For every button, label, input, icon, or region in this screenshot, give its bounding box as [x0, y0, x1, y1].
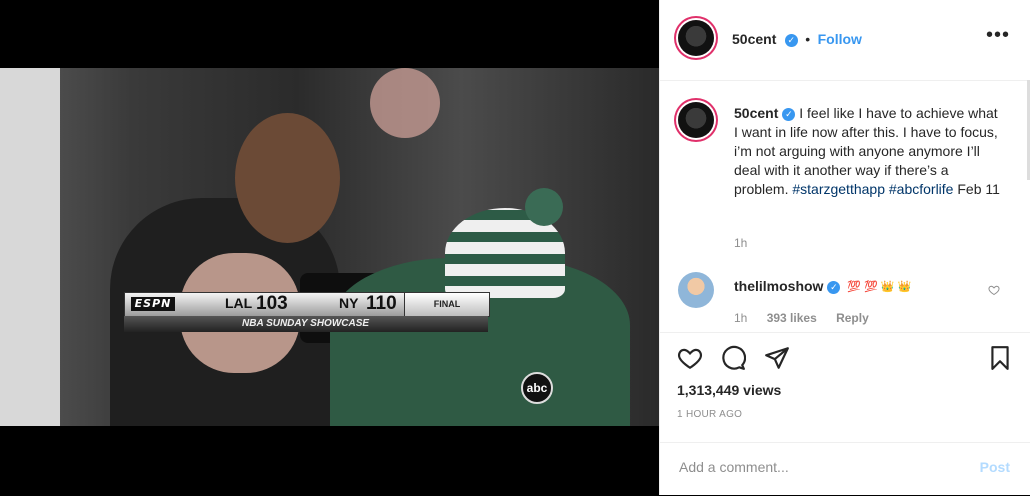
add-comment-bar: Post: [660, 442, 1030, 496]
scene-pompom: [525, 188, 563, 226]
post-button[interactable]: Post: [980, 459, 1010, 475]
hashtag-link[interactable]: #abcforlife: [889, 181, 954, 197]
reply-age[interactable]: 1h: [734, 311, 747, 325]
reply-button[interactable]: Reply: [836, 311, 869, 325]
reply-likes[interactable]: 393 likes: [767, 311, 817, 325]
caption-date: Feb 11: [957, 181, 1000, 197]
author-line: 50cent ✓ • Follow: [732, 31, 862, 49]
comment-input[interactable]: [677, 458, 961, 476]
follow-button[interactable]: Follow: [818, 31, 862, 47]
scene-hand: [370, 68, 440, 138]
post-actions: 1,313,449 views 1 HOUR AGO: [660, 332, 1030, 442]
reply-username[interactable]: thelilmoshow: [734, 278, 823, 294]
reply-avatar[interactable]: [678, 272, 714, 308]
post-panel: 50cent ✓ • Follow ••• 50cent ✓ I feel lik…: [659, 0, 1030, 495]
more-icon[interactable]: •••: [986, 25, 1010, 45]
view-count[interactable]: 1,313,449 views: [677, 382, 781, 398]
scene-head: [235, 113, 340, 243]
post-caption: 50cent ✓ I feel like I have to achieve wh…: [734, 104, 1004, 199]
post-video[interactable]: [0, 68, 659, 426]
media-area: ESPN LAL 103 NY 110 FINAL NBA SUNDAY SHO…: [0, 0, 659, 495]
emoji-hundred: 💯: [847, 281, 862, 293]
author-avatar[interactable]: [678, 20, 714, 56]
emoji-crown: 👑: [880, 281, 895, 293]
abc-logo: abc: [521, 372, 553, 404]
caption-avatar[interactable]: [678, 102, 714, 138]
like-comment-heart-icon[interactable]: [988, 284, 1000, 296]
comments-section: 50cent ✓ I feel like I have to achieve wh…: [660, 80, 1030, 333]
caption-age[interactable]: 1h: [734, 236, 747, 250]
score-left: 103: [256, 293, 288, 314]
emoji-crown: 👑: [897, 281, 912, 293]
hashtag-link[interactable]: #starzgetthapp: [792, 181, 885, 197]
reply-meta: 1h 393 likes Reply: [734, 311, 885, 325]
verified-icon: ✓: [784, 34, 798, 47]
comment-icon[interactable]: [720, 345, 746, 371]
verified-icon: ✓: [827, 281, 841, 294]
program-banner: NBA SUNDAY SHOWCASE: [124, 316, 488, 332]
author-username[interactable]: 50cent: [732, 31, 776, 47]
share-icon[interactable]: [764, 345, 790, 371]
espn-logo: ESPN: [131, 297, 175, 311]
bookmark-icon[interactable]: [987, 345, 1013, 371]
score-right: 110: [366, 293, 397, 314]
post-header: 50cent ✓ • Follow •••: [660, 0, 1030, 81]
post-timestamp: 1 HOUR AGO: [677, 409, 743, 420]
scene-figure-left: [0, 68, 60, 426]
team-left: LAL: [225, 295, 253, 311]
caption-username[interactable]: 50cent: [734, 105, 778, 121]
verified-icon: ✓: [782, 108, 796, 121]
team-right: NY: [339, 295, 359, 311]
reply-comment: thelilmoshow ✓ 💯 💯 👑 👑: [734, 278, 911, 294]
separator-dot: •: [805, 31, 811, 47]
game-status: FINAL: [404, 292, 490, 317]
emoji-hundred: 💯: [864, 281, 878, 293]
heart-icon[interactable]: [677, 345, 703, 371]
